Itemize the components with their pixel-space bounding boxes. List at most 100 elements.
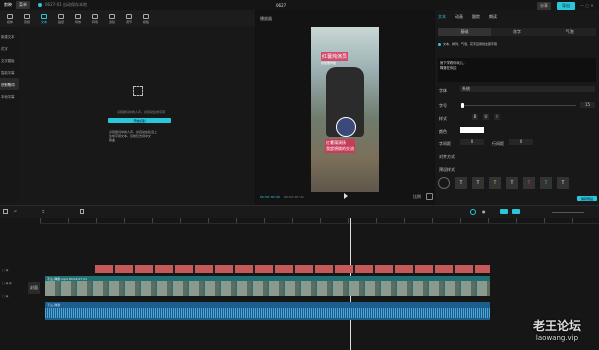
- fullscreen-icon[interactable]: [426, 193, 433, 200]
- tool-effects[interactable]: 特效: [70, 10, 86, 27]
- text-track: [95, 265, 490, 273]
- app-logo: 剪映: [4, 2, 12, 7]
- play-icon[interactable]: [344, 193, 348, 199]
- line-label: 行间距: [492, 141, 504, 146]
- line-input[interactable]: 0: [509, 139, 533, 145]
- text-input[interactable]: 而下学着你玩儿， 降落在你边: [438, 58, 596, 82]
- spacing-label: 字间距: [439, 141, 451, 146]
- subtab-fancy[interactable]: 花字: [491, 28, 544, 36]
- tool-transition[interactable]: 转场: [87, 10, 103, 27]
- tool-sticker[interactable]: 贴纸: [53, 10, 69, 27]
- nav-smart-subtitle[interactable]: 智能字幕: [0, 66, 19, 78]
- effects-icon: [75, 13, 81, 19]
- nav-lyrics-recognition[interactable]: 识别歌词: [0, 78, 19, 90]
- align-label: 对齐方式: [439, 154, 455, 159]
- split-icon[interactable]: ⌶: [42, 209, 44, 214]
- share-button[interactable]: 分享: [537, 2, 551, 10]
- lyrics-panel: 识别歌词中的人声，并自动生成字幕 开始识别 识别歌词中的人声，并自动在轨道上 生…: [19, 27, 255, 205]
- sticker-icon: [58, 13, 64, 19]
- video-frame[interactable]: 红薯炖演员 我想要你跳 红薯蒲演扬 我超想跳的交流: [311, 27, 379, 192]
- inspector-tabs: 文本 动画 跟踪 朗读: [438, 14, 497, 20]
- snap-toggle[interactable]: [500, 209, 508, 214]
- window-controls[interactable]: — ▢ ✕: [580, 3, 594, 8]
- video-clip[interactable]: 不山-弹歌.mp4 00:02:07:21: [45, 276, 490, 296]
- checkbox-icon: [438, 42, 441, 46]
- lyrics-hint: 识别歌词中的人声，并自动生成字幕: [116, 110, 165, 114]
- start-recognition-button[interactable]: 开始识别: [108, 118, 171, 123]
- nav-text-template[interactable]: 文字模板: [0, 54, 19, 66]
- preset-3[interactable]: T: [489, 177, 501, 189]
- size-slider[interactable]: [461, 103, 576, 108]
- ratio-button[interactable]: 比例: [413, 194, 421, 200]
- text-icon: [41, 13, 47, 19]
- nav-local-subtitle[interactable]: 本地字幕: [0, 90, 19, 102]
- delete-icon[interactable]: [80, 209, 84, 214]
- select-tool-icon[interactable]: [3, 209, 8, 214]
- preset-label: 预设样式: [439, 167, 455, 172]
- color-picker[interactable]: [460, 127, 484, 133]
- tool-text[interactable]: 文本: [36, 10, 52, 27]
- lyrics-description: 识别歌词中的人声，并自动在轨道上 生成字幕文本，目前仅支持中文 歌曲: [109, 130, 158, 142]
- tab-animation[interactable]: 动画: [455, 14, 463, 20]
- overlay-bottom: 红薯蒲演扬 我超想跳的交流: [325, 139, 355, 153]
- audio-clip[interactable]: 不山-弹歌: [45, 302, 490, 320]
- tab-read[interactable]: 朗读: [489, 14, 497, 20]
- size-value[interactable]: 15: [580, 102, 595, 108]
- export-button[interactable]: 导出: [557, 2, 575, 10]
- apply-all-checkbox[interactable]: 文本、排列、气泡、花字应用到全部字幕: [438, 42, 497, 46]
- timeline-toolbar: ↶ ⌶ ●: [0, 205, 599, 218]
- preset-1[interactable]: T: [455, 177, 467, 189]
- zoom-slider[interactable]: [552, 212, 584, 213]
- watermark: 老王论坛 laowang.vip: [533, 319, 582, 342]
- tool-adjust[interactable]: 调节: [121, 10, 137, 27]
- preset-6[interactable]: T: [540, 177, 552, 189]
- time-total: 00:02:07:21: [284, 195, 304, 199]
- color-label: 颜色: [439, 129, 447, 134]
- audio-track-lock[interactable]: ▢ ◉: [2, 290, 22, 303]
- time-current: 00:00:00:00: [260, 195, 280, 199]
- tab-text[interactable]: 文本: [438, 14, 446, 20]
- text-nav: 新建文本 花字 文字模板 智能字幕 识别歌词 本地字幕: [0, 27, 19, 205]
- scan-icon: [133, 86, 143, 96]
- italic-button[interactable]: I: [494, 114, 500, 120]
- cover-button[interactable]: 封面: [28, 282, 40, 294]
- tab-tracking[interactable]: 跟踪: [472, 14, 480, 20]
- tool-filter[interactable]: 滤镜: [104, 10, 120, 27]
- preset-7[interactable]: T: [557, 177, 569, 189]
- font-select[interactable]: 系统: [460, 86, 595, 92]
- audio-icon: [24, 13, 30, 19]
- clip-thumbnails: [45, 281, 490, 296]
- subtab-basic[interactable]: 基础: [438, 28, 491, 36]
- tool-audio[interactable]: 音频: [19, 10, 35, 27]
- nav-fancy-text[interactable]: 花字: [0, 42, 19, 54]
- preset-2[interactable]: T: [472, 177, 484, 189]
- tool-media[interactable]: 媒体: [2, 10, 18, 27]
- slider-handle[interactable]: [461, 103, 464, 108]
- link-toggle[interactable]: [512, 209, 520, 214]
- overlay-title: 红薯炖演员: [321, 52, 349, 61]
- text-track-lock[interactable]: ▢ ◉: [2, 264, 22, 277]
- mic-icon[interactable]: ●: [482, 209, 486, 214]
- nav-new-text[interactable]: 新建文本: [0, 30, 19, 42]
- tool-template[interactable]: 模板: [138, 10, 154, 27]
- preset-none[interactable]: [438, 177, 450, 189]
- window-title: 0627: [276, 2, 287, 8]
- preset-4[interactable]: T: [506, 177, 518, 189]
- video-track-lock[interactable]: ▢ ◉ ◐: [2, 277, 22, 290]
- save-preset-button[interactable]: 保存预设: [577, 196, 597, 201]
- spacing-input[interactable]: 0: [460, 139, 484, 145]
- audio-waveform: [45, 308, 490, 318]
- record-icon[interactable]: [470, 209, 476, 215]
- undo-icon[interactable]: ↶: [14, 209, 17, 214]
- underline-button[interactable]: U: [483, 114, 489, 120]
- style-buttons: B U I: [472, 114, 500, 120]
- style-label: 样式: [439, 116, 447, 121]
- menu-button[interactable]: 菜单: [16, 1, 30, 9]
- track-controls: ▢ ◉ ▢ ◉ ◐ ▢ ◉: [2, 264, 22, 303]
- adjust-icon: [126, 13, 132, 19]
- transition-icon: [92, 13, 98, 19]
- bold-button[interactable]: B: [472, 114, 478, 120]
- preset-5[interactable]: T: [523, 177, 535, 189]
- subtab-bubble[interactable]: 气泡: [543, 28, 596, 36]
- subtabs: 基础 花字 气泡: [438, 28, 596, 36]
